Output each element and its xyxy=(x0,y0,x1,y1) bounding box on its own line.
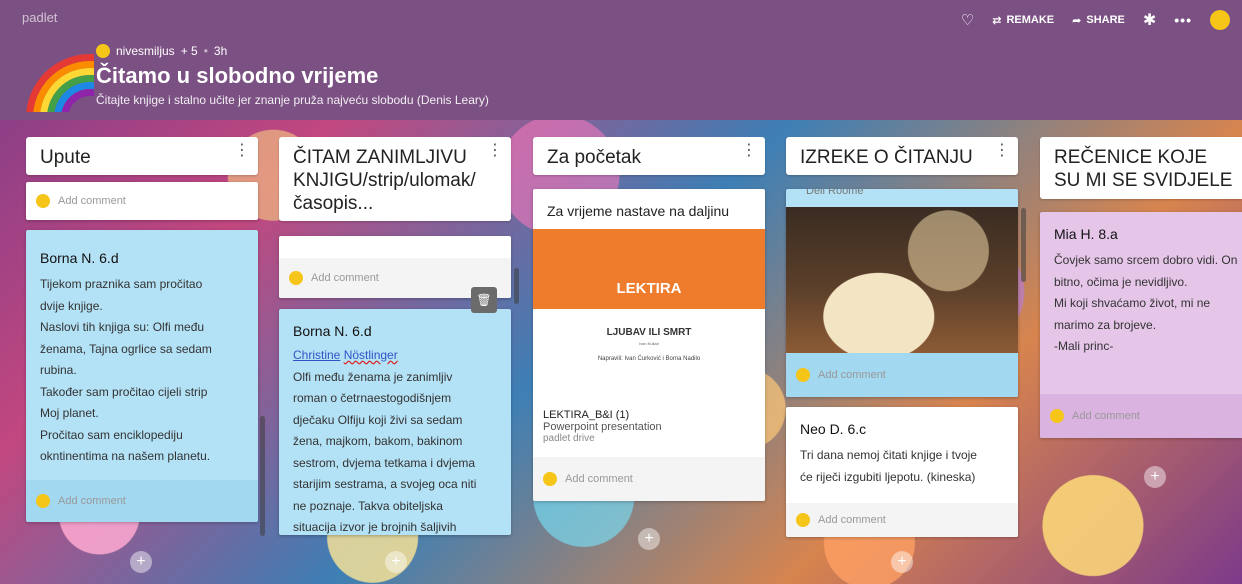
plus-icon[interactable]: + xyxy=(638,528,660,550)
more-icon[interactable]: ••• xyxy=(1174,12,1192,28)
column-header: Za početak ⋮ xyxy=(533,137,765,175)
add-comment[interactable]: Add comment xyxy=(26,185,258,217)
kebab-icon[interactable]: ⋮ xyxy=(234,143,250,159)
column-header: REČENICE KOJE SU MI SE SVIDJELE xyxy=(1040,137,1242,199)
column-title: Za početak xyxy=(547,147,641,168)
column-scrollbar[interactable] xyxy=(514,268,519,304)
plus-icon[interactable]: + xyxy=(385,551,407,573)
card[interactable]: Mia H. 8.a Čovjek samo srcem dobro vidi.… xyxy=(1040,212,1242,438)
add-comment[interactable]: Add comment xyxy=(786,353,1018,397)
kebab-icon[interactable]: ⋮ xyxy=(487,143,503,159)
share-icon: ➦ xyxy=(1072,14,1082,27)
avatar-icon xyxy=(289,271,303,285)
attachment-info[interactable]: LEKTIRA_B&I (1) Powerpoint presentation … xyxy=(533,401,765,452)
card[interactable]: Deli Roome Add comment xyxy=(786,189,1018,397)
card[interactable]: Borna N. 6.d Christine Nöstlinger Olfi m… xyxy=(279,309,511,535)
author-link[interactable]: Nöstlinger xyxy=(344,348,398,362)
plus-icon[interactable]: + xyxy=(1144,466,1166,488)
attachment-preview[interactable]: LJUBAV ILI SMRT Ivan Kušan Napravili: Iv… xyxy=(533,309,765,401)
card-cut-text: Deli Roome xyxy=(806,189,864,197)
share-label: SHARE xyxy=(1086,14,1125,26)
avatar-icon[interactable] xyxy=(1210,10,1230,30)
book-image[interactable] xyxy=(786,207,1018,353)
card-body: Tijekom praznika sam pročitao dvije knji… xyxy=(40,277,212,463)
plus-icon[interactable]: + xyxy=(891,551,913,573)
remake-icon: ⇄ xyxy=(992,14,1002,27)
top-actions: ♡ ⇄ REMAKE ➦ SHARE ✱ ••• xyxy=(961,10,1230,30)
add-comment[interactable]: Add comment xyxy=(26,480,258,522)
avatar-icon xyxy=(796,368,810,382)
add-comment[interactable]: Add comment xyxy=(1040,394,1242,438)
board-meta: nivesmiljus + 5 • 3h xyxy=(96,44,227,58)
card-author: Borna N. 6.d xyxy=(293,323,372,339)
column-recenice: REČENICE KOJE SU MI SE SVIDJELE xyxy=(1040,137,1242,199)
column-title: ČITAM ZANIMLJIVU KNJIGU/strip/ulomak/čas… xyxy=(293,147,476,214)
attachment-banner[interactable]: LEKTIRA xyxy=(533,229,765,309)
share-button[interactable]: ➦ SHARE xyxy=(1072,14,1125,27)
card-author: Mia H. 8.a xyxy=(1054,226,1118,242)
card[interactable]: Neo D. 6.c Tri dana nemoj čitati knjige … xyxy=(786,407,1018,537)
padlet-logo[interactable]: padlet xyxy=(22,10,57,25)
heart-icon[interactable]: ♡ xyxy=(961,11,974,29)
column-title: REČENICE KOJE SU MI SE SVIDJELE xyxy=(1054,147,1233,191)
column-title: Upute xyxy=(40,147,91,168)
card-author: Neo D. 6.c xyxy=(800,421,867,437)
card[interactable]: Borna N. 6.d Tijekom praznika sam pročit… xyxy=(26,230,258,522)
remake-button[interactable]: ⇄ REMAKE xyxy=(992,14,1054,27)
column-header: IZREKE O ČITANJU ⋮ xyxy=(786,137,1018,175)
kebab-icon[interactable]: ⋮ xyxy=(994,143,1010,159)
avatar-icon xyxy=(36,494,50,508)
avatar-icon xyxy=(1050,409,1064,423)
board-author[interactable]: nivesmiljus xyxy=(116,44,175,58)
column-citam: ČITAM ZANIMLJIVU KNJIGU/strip/ulomak/čas… xyxy=(279,137,511,221)
rainbow-icon xyxy=(22,46,94,112)
avatar-icon xyxy=(796,513,810,527)
column-title: IZREKE O ČITANJU xyxy=(800,147,973,168)
contributors-count[interactable]: + 5 xyxy=(181,44,198,58)
board-header: padlet ♡ ⇄ REMAKE ➦ SHARE ✱ ••• nivesmil… xyxy=(0,0,1242,120)
column-izreke: IZREKE O ČITANJU ⋮ xyxy=(786,137,1018,175)
column-header: Upute ⋮ xyxy=(26,137,258,175)
board-time: 3h xyxy=(213,44,228,58)
column-za-pocetak: Za početak ⋮ xyxy=(533,137,765,175)
card-body: Tri dana nemoj čitati knjige i tvoje će … xyxy=(800,448,977,484)
column-scrollbar[interactable] xyxy=(260,416,265,536)
avatar-icon xyxy=(36,194,50,208)
add-comment[interactable]: Add comment xyxy=(533,457,765,501)
card-body: Čovjek samo srcem dobro vidi. On bitno, … xyxy=(1054,253,1238,353)
trash-icon[interactable]: 🗑 xyxy=(471,287,497,313)
column-upute: Upute ⋮ xyxy=(26,137,258,175)
card-body: Christine Nöstlinger Olfi među ženama je… xyxy=(293,348,477,534)
add-comment[interactable]: Add comment xyxy=(786,503,1018,537)
author-link[interactable]: Christine xyxy=(293,348,340,362)
card: Add comment xyxy=(26,182,258,220)
card[interactable]: Za vrijeme nastave na daljinu LEKTIRA LJ… xyxy=(533,189,765,501)
avatar-icon[interactable] xyxy=(96,44,110,58)
column-header: ČITAM ZANIMLJIVU KNJIGU/strip/ulomak/čas… xyxy=(279,137,511,221)
meta-separator: • xyxy=(203,44,208,58)
card-author: Borna N. 6.d xyxy=(40,250,119,266)
gear-icon[interactable]: ✱ xyxy=(1143,10,1156,30)
page-subtitle: Čitajte knjige i stalno učite jer znanje… xyxy=(96,93,489,107)
page-title: Čitamo u slobodno vrijeme xyxy=(96,63,379,88)
kebab-icon[interactable]: ⋮ xyxy=(741,143,757,159)
card-heading: Za vrijeme nastave na daljinu xyxy=(547,203,730,219)
remake-label: REMAKE xyxy=(1006,14,1055,26)
avatar-icon xyxy=(543,472,557,486)
column-scrollbar[interactable] xyxy=(1021,208,1026,282)
plus-icon[interactable]: + xyxy=(130,551,152,573)
